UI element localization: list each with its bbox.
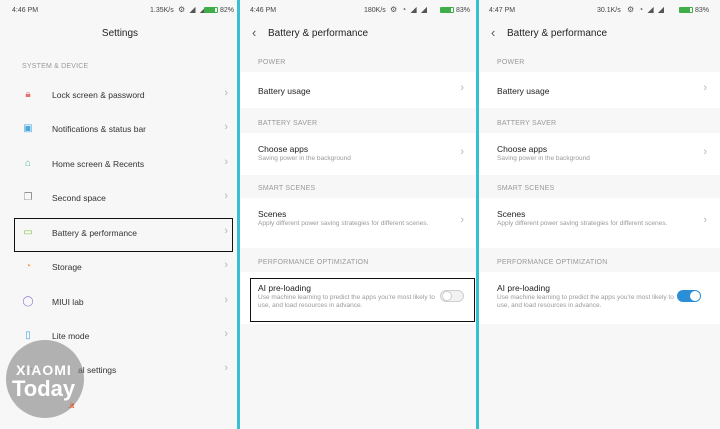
settings-item-label: MIUI lab <box>52 297 84 307</box>
chevron-right-icon: › <box>460 146 464 158</box>
item-subtitle: Use machine learning to predict the apps… <box>497 294 674 309</box>
item-subtitle: Saving power in the background <box>258 155 351 162</box>
scenes-item[interactable]: Scenes Apply different power saving stra… <box>240 198 478 248</box>
status-bar: 4:46 PM 1.35K/s ⚙ ◢ ◢ 82% <box>0 0 240 22</box>
chevron-right-icon: › <box>224 87 228 99</box>
section-performance-optimization: PERFORMANCE OPTIMIZATION <box>258 259 369 266</box>
chevron-right-icon: › <box>224 156 228 168</box>
watermark-main: Today <box>12 376 76 401</box>
toggle-knob <box>690 291 700 301</box>
lab-icon: ◯ <box>22 296 34 307</box>
chevron-right-icon: › <box>224 259 228 271</box>
section-smart-scenes: SMART SCENES <box>497 185 555 192</box>
battery-icon <box>440 7 454 13</box>
second-space-icon: ❐ <box>23 192 33 203</box>
chevron-right-icon: › <box>224 294 228 306</box>
status-time: 4:46 PM <box>12 7 39 14</box>
settings-screen: 4:46 PM 1.35K/s ⚙ ◢ ◢ 82% Settings SYSTE… <box>0 0 240 429</box>
ai-preloading-toggle[interactable] <box>677 290 701 302</box>
battery-percent: 82% <box>220 7 235 14</box>
chevron-right-icon: › <box>703 146 707 158</box>
settings-item-lock-screen[interactable]: 🔒︎ Lock screen & password › <box>16 80 230 110</box>
settings-item-label: Second space <box>52 193 106 203</box>
chevron-right-icon: › <box>224 121 228 133</box>
battery-usage-item[interactable]: Battery usage › <box>479 72 720 108</box>
item-title: Scenes <box>258 209 287 219</box>
item-subtitle: Apply different power saving strategies … <box>258 220 429 227</box>
scenes-item[interactable]: Scenes Apply different power saving stra… <box>479 198 720 248</box>
item-title: Battery usage <box>497 86 550 96</box>
section-power: POWER <box>497 59 525 66</box>
status-icons: ⚙ ◔ ◢ ◢ <box>627 5 665 14</box>
header: ‹ Battery & performance <box>240 22 478 46</box>
chevron-right-icon: › <box>224 190 228 202</box>
back-arrow-icon[interactable]: ‹ <box>252 25 256 40</box>
highlight-box <box>14 218 233 252</box>
status-icons: ⚙ ◔ ◢ ◢ <box>390 5 428 14</box>
battery-usage-item[interactable]: Battery usage › <box>240 72 478 108</box>
status-bar: 4:46 PM 180K/s ⚙ ◔ ◢ ◢ 83% <box>240 0 478 22</box>
page-title: Settings <box>101 28 139 39</box>
network-speed: 180K/s <box>364 7 386 14</box>
storage-icon: ◔ <box>24 261 32 272</box>
choose-apps-item[interactable]: Choose apps Saving power in the backgrou… <box>479 133 720 175</box>
chevron-right-icon: › <box>703 214 707 226</box>
page-title: Battery & performance <box>268 28 369 39</box>
page-title: Battery & performance <box>507 28 608 39</box>
ai-preloading-item[interactable]: AI pre-loading Use machine learning to p… <box>479 272 720 324</box>
section-performance-optimization: PERFORMANCE OPTIMIZATION <box>497 259 608 266</box>
item-title: Scenes <box>497 209 526 219</box>
network-speed: 30.1K/s <box>597 7 621 14</box>
battery-performance-screen: 4:47 PM 30.1K/s ⚙ ◔ ◢ ◢ 83% ‹ Battery & … <box>479 0 720 429</box>
battery-icon <box>204 7 218 13</box>
section-power: POWER <box>258 59 286 66</box>
header: ‹ Battery & performance <box>479 22 720 46</box>
home-icon: ⌂ <box>24 158 32 169</box>
lock-icon: 🔒︎ <box>25 89 31 100</box>
watermark-logo: XIAOMI Today .it <box>6 340 86 420</box>
settings-item-label: Notifications & status bar <box>52 124 147 134</box>
back-arrow-icon[interactable]: ‹ <box>491 25 495 40</box>
item-title: Battery usage <box>258 86 311 96</box>
section-smart-scenes: SMART SCENES <box>258 185 316 192</box>
settings-item-miui-lab[interactable]: ◯ MIUI lab › <box>16 287 230 317</box>
settings-item-second-space[interactable]: ❐ Second space › <box>16 183 230 213</box>
section-system-device: SYSTEM & DEVICE <box>22 63 89 70</box>
chevron-right-icon: › <box>460 82 464 94</box>
chevron-right-icon: › <box>703 82 707 94</box>
battery-icon <box>679 7 693 13</box>
section-battery-saver: BATTERY SAVER <box>258 120 318 127</box>
status-bar: 4:47 PM 30.1K/s ⚙ ◔ ◢ ◢ 83% <box>479 0 720 22</box>
chevron-right-icon: › <box>224 362 228 374</box>
battery-percent: 83% <box>695 7 710 14</box>
header: Settings <box>0 22 240 46</box>
choose-apps-item[interactable]: Choose apps Saving power in the backgrou… <box>240 133 478 175</box>
item-title: Choose apps <box>258 144 309 154</box>
battery-percent: 83% <box>456 7 471 14</box>
item-title: AI pre-loading <box>497 283 550 293</box>
item-title: Choose apps <box>497 144 548 154</box>
section-battery-saver: BATTERY SAVER <box>497 120 557 127</box>
chevron-right-icon: › <box>460 214 464 226</box>
settings-item-notifications[interactable]: ▣ Notifications & status bar › <box>16 114 230 144</box>
watermark-ext: .it <box>68 403 75 410</box>
settings-item-label: Storage <box>52 262 82 272</box>
item-subtitle: Apply different power saving strategies … <box>497 220 668 227</box>
highlight-box <box>250 278 475 322</box>
status-time: 4:46 PM <box>250 7 277 14</box>
settings-item-label: Lock screen & password <box>52 90 145 100</box>
settings-item-storage[interactable]: ◔ Storage › <box>16 252 230 282</box>
settings-item-label: Home screen & Recents <box>52 159 145 169</box>
notification-icon: ▣ <box>23 123 33 134</box>
item-subtitle: Saving power in the background <box>497 155 590 162</box>
network-speed: 1.35K/s <box>150 7 174 14</box>
chevron-right-icon: › <box>224 328 228 340</box>
status-time: 4:47 PM <box>489 7 516 14</box>
status-icons: ⚙ ◢ ◢ <box>178 5 207 14</box>
battery-performance-screen: 4:46 PM 180K/s ⚙ ◔ ◢ ◢ 83% ‹ Battery & p… <box>240 0 478 429</box>
settings-item-home-screen[interactable]: ⌂ Home screen & Recents › <box>16 149 230 179</box>
